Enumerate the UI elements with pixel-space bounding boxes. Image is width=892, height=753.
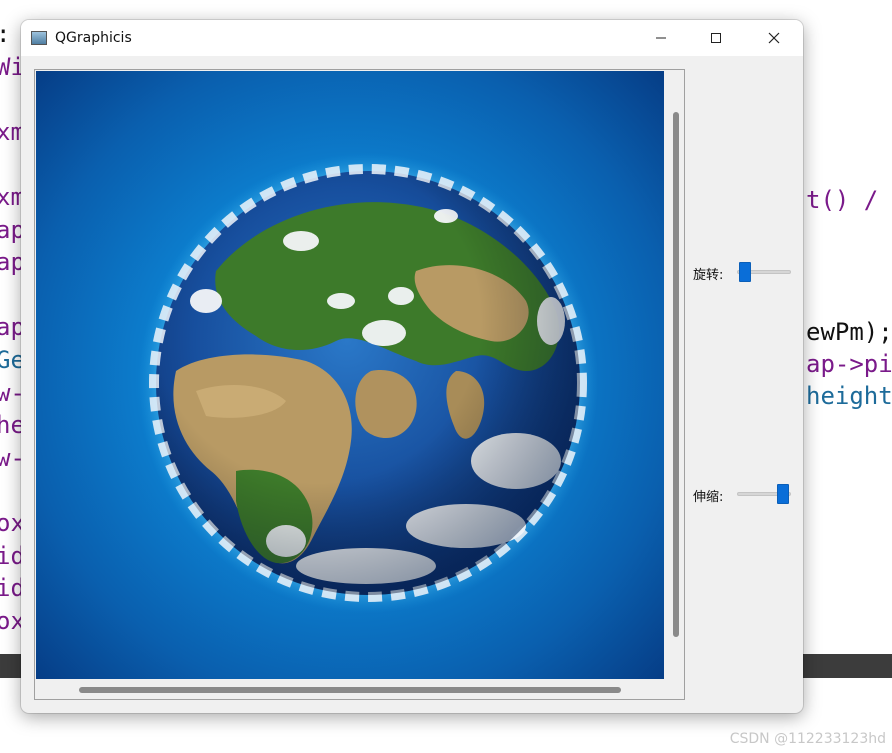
window-app-icon [31,31,47,45]
minimize-icon [656,37,666,39]
minimize-button[interactable] [632,20,690,56]
close-button[interactable] [745,20,803,56]
maximize-button[interactable] [687,20,745,56]
title-bar[interactable]: QGraphicis [21,20,803,56]
scale-label: 伸缩: [693,490,724,505]
code-line: t() / [806,186,879,214]
rotate-label: 旋转: [693,268,724,283]
window-title: QGraphicis [55,30,132,46]
graphics-scene [36,71,664,679]
maximize-icon [711,33,721,43]
app-window: QGraphicis 旋转: 伸缩: [21,20,803,713]
earth-image [138,153,598,613]
horizontal-scrollbar[interactable] [79,687,621,693]
rotate-slider[interactable] [737,262,791,282]
close-icon [768,32,780,44]
code-line: ewPm); [806,318,892,346]
watermark-text: CSDN @112233123hd [729,731,886,747]
rotate-slider-handle[interactable] [739,262,751,282]
code-line: ap->pi [806,350,892,378]
vertical-scrollbar[interactable] [673,112,679,637]
graphics-view[interactable] [34,69,685,700]
scale-slider[interactable] [737,484,791,504]
code-line: height [806,382,892,410]
scale-slider-handle[interactable] [777,484,789,504]
